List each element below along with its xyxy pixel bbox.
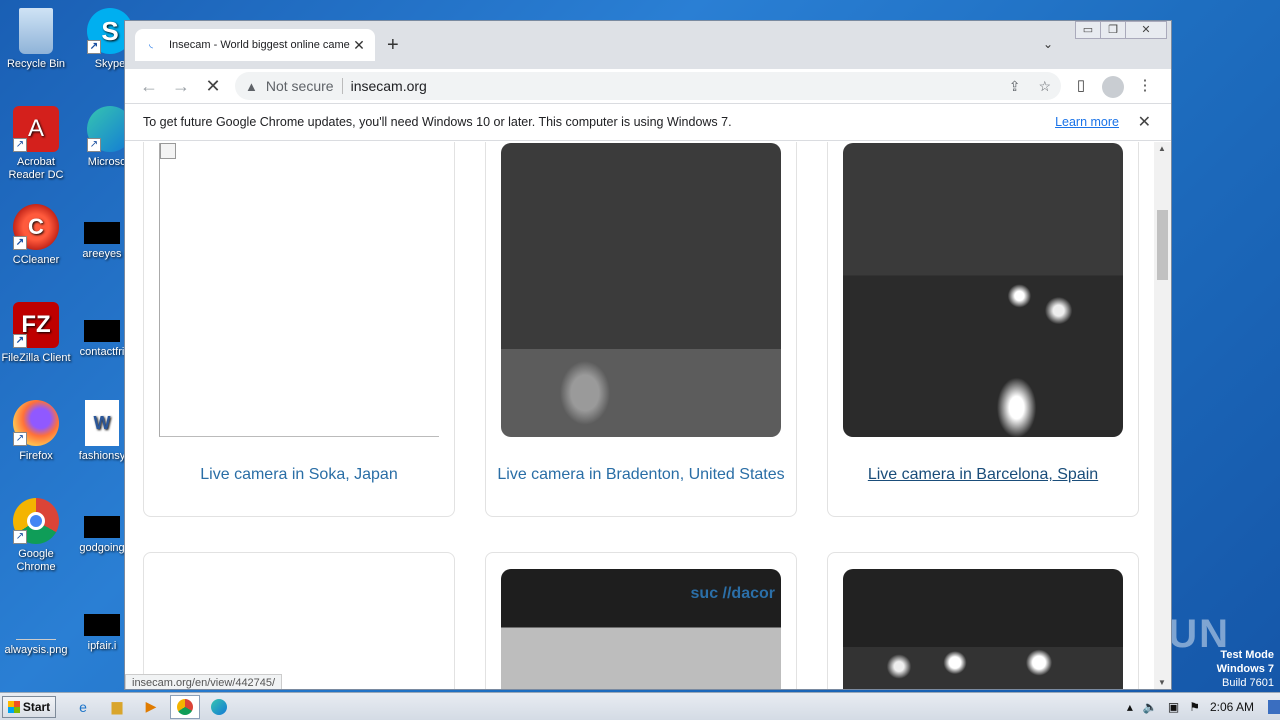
chrome-window: ◟ Insecam - World biggest online came ✕ …	[124, 20, 1172, 690]
desktop-icon-ccleaner[interactable]: C ↗ CCleaner	[0, 204, 72, 267]
close-window-button[interactable]: ✕	[1125, 21, 1167, 39]
loading-favicon-icon: ◟	[149, 39, 153, 50]
chrome-taskbar-icon[interactable]	[170, 694, 200, 719]
desktop-icon-firefox[interactable]: ↗ Firefox	[0, 400, 72, 463]
back-icon[interactable]: ←	[133, 76, 165, 97]
warning-icon[interactable]: ▲	[245, 79, 258, 94]
image-icon	[16, 620, 56, 640]
network-icon[interactable]: ▣	[1168, 700, 1179, 714]
chrome-icon: ↗	[13, 498, 59, 544]
media-player-taskbar-icon[interactable]: ▶	[136, 695, 166, 719]
camera-overlay-logo: suc //dacor	[690, 585, 775, 602]
camera-card[interactable]	[827, 552, 1139, 689]
tab-bar: ◟ Insecam - World biggest online came ✕ …	[125, 21, 1171, 69]
windows-flag-icon	[7, 700, 20, 713]
edge-taskbar-icon[interactable]	[204, 695, 234, 719]
ccleaner-icon: C ↗	[13, 204, 59, 250]
address-bar[interactable]: ▲ Not secure insecam.org ⇪ ☆	[235, 72, 1061, 100]
stop-loading-icon[interactable]: ✕	[197, 76, 229, 97]
not-secure-label[interactable]: Not secure	[266, 78, 343, 94]
page-scrollbar[interactable]: ▲ ▼	[1154, 142, 1171, 689]
file-icon	[84, 516, 120, 538]
scroll-down-icon[interactable]: ▼	[1158, 678, 1166, 687]
camera-card[interactable]: Live camera in Soka, Japan	[143, 142, 455, 517]
action-center-flag-icon[interactable]: ⚑	[1189, 700, 1200, 714]
tab-insecam[interactable]: ◟ Insecam - World biggest online came ✕	[135, 29, 375, 61]
page-content: Live camera in Soka, Japan Live camera i…	[125, 142, 1155, 689]
camera-thumbnail[interactable]	[843, 143, 1123, 437]
window-controls: ▭ ❐ ✕	[1075, 21, 1167, 39]
camera-card[interactable]: Live camera in Bradenton, United States	[485, 142, 797, 517]
firefox-icon: ↗	[13, 400, 59, 446]
update-infobar: To get future Google Chrome updates, you…	[125, 103, 1171, 141]
share-icon[interactable]: ⇪	[1009, 78, 1021, 95]
file-icon	[84, 614, 120, 636]
clock[interactable]: 2:06 AM	[1210, 700, 1254, 714]
recycle-bin-icon	[19, 8, 53, 54]
file-icon	[84, 320, 120, 342]
file-icon	[84, 222, 120, 244]
camera-link[interactable]: Live camera in Bradenton, United States	[486, 466, 796, 484]
camera-card[interactable]: Live camera in Barcelona, Spain	[827, 142, 1139, 517]
test-mode-notice: Test Mode Windows 7 Build 7601	[1216, 649, 1274, 689]
forward-icon[interactable]: →	[165, 76, 197, 97]
toolbar-right: ▯ ⋮	[1065, 76, 1161, 98]
tray-expand-icon[interactable]: ▴	[1127, 700, 1133, 714]
desktop-icon-recycle-bin[interactable]: Recycle Bin	[0, 8, 72, 71]
infobar-message: To get future Google Chrome updates, you…	[143, 115, 732, 129]
minimize-button[interactable]: ▭	[1075, 21, 1101, 39]
camera-link[interactable]: Live camera in Soka, Japan	[144, 466, 454, 484]
infobar-close-icon[interactable]: ✕	[1138, 112, 1151, 132]
camera-card[interactable]	[143, 552, 455, 689]
camera-card[interactable]: suc //dacor	[485, 552, 797, 689]
camera-thumbnail[interactable]: suc //dacor	[501, 569, 781, 689]
tab-title: Insecam - World biggest online came	[169, 39, 350, 51]
system-tray: ▴ 🔈 ▣ ⚑ 2:06 AM	[1127, 693, 1280, 720]
explorer-taskbar-icon[interactable]: ▆	[102, 695, 132, 719]
acrobat-icon: A ↗	[13, 106, 59, 152]
camera-thumbnail[interactable]	[159, 143, 439, 437]
toolbar: ← → ✕ ▲ Not secure insecam.org ⇪ ☆ ▯ ⋮	[125, 69, 1171, 103]
side-panel-icon[interactable]: ▯	[1065, 76, 1097, 98]
taskbar: Start e ▆ ▶ ▴ 🔈 ▣ ⚑ 2:06 AM	[0, 692, 1280, 720]
bookmark-star-icon[interactable]: ☆	[1038, 78, 1051, 95]
desktop-icon-chrome[interactable]: ↗ Google Chrome	[0, 498, 72, 574]
scroll-up-icon[interactable]: ▲	[1158, 144, 1166, 153]
filezilla-icon: FZ ↗	[13, 302, 59, 348]
camera-thumbnail[interactable]	[501, 143, 781, 437]
desktop-icon-alwaysis[interactable]: alwaysis.png	[0, 620, 72, 657]
new-tab-button[interactable]: +	[387, 35, 399, 55]
learn-more-link[interactable]: Learn more	[1055, 115, 1119, 129]
desktop-icon-acrobat[interactable]: A ↗ Acrobat Reader DC	[0, 106, 72, 182]
broken-image-icon	[160, 143, 176, 159]
tab-search-chevron-icon[interactable]: ⌄	[1043, 37, 1053, 51]
url-text[interactable]: insecam.org	[351, 78, 991, 94]
start-button[interactable]: Start	[2, 695, 56, 718]
ie-taskbar-icon[interactable]: e	[68, 695, 98, 719]
scroll-thumb[interactable]	[1157, 210, 1168, 280]
tab-close-icon[interactable]: ✕	[351, 37, 367, 54]
camera-thumbnail[interactable]	[843, 569, 1123, 689]
volume-icon[interactable]: 🔈	[1143, 700, 1158, 714]
desktop-icon-filezilla[interactable]: FZ ↗ FileZilla Client	[0, 302, 72, 365]
show-desktop-icon[interactable]	[1268, 700, 1280, 714]
word-icon: W	[85, 400, 119, 446]
status-url-bubble: insecam.org/en/view/442745/	[125, 674, 283, 689]
profile-avatar-icon[interactable]	[1102, 76, 1124, 98]
menu-dots-icon[interactable]: ⋮	[1129, 76, 1161, 98]
camera-link[interactable]: Live camera in Barcelona, Spain	[828, 466, 1138, 484]
maximize-button[interactable]: ❐	[1100, 21, 1126, 39]
